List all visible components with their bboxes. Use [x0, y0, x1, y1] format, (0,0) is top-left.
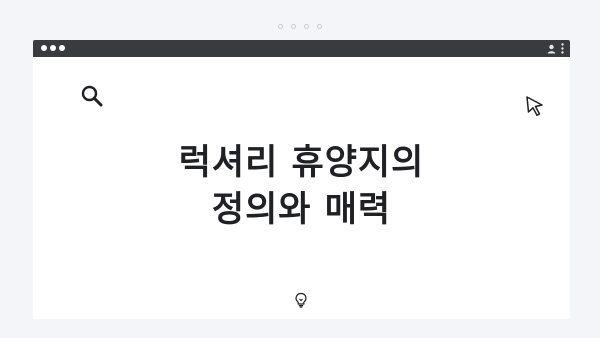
window-titlebar — [33, 40, 570, 57]
window-control-close[interactable] — [41, 45, 47, 51]
window-control-minimize[interactable] — [50, 45, 56, 51]
window-control-maximize[interactable] — [59, 45, 65, 51]
user-icon[interactable] — [547, 44, 556, 54]
browser-window: 럭셔리 휴양지의 정의와 매력 — [33, 40, 570, 319]
titlebar-actions — [547, 43, 564, 54]
top-dot-3 — [304, 24, 309, 29]
page-title-line-2: 정의와 매력 — [211, 190, 392, 230]
lightbulb-icon — [294, 292, 308, 312]
bottom-strip — [33, 319, 570, 338]
page: 럭셔리 휴양지의 정의와 매력 — [0, 0, 600, 338]
vertical-dots-menu-icon[interactable] — [561, 43, 564, 54]
search-icon[interactable] — [80, 84, 104, 112]
window-controls — [41, 45, 65, 51]
page-title: 럭셔리 휴양지의 정의와 매력 — [33, 140, 570, 234]
mouse-pointer-icon — [525, 95, 545, 121]
page-title-line-1: 럭셔리 휴양지의 — [178, 143, 425, 183]
top-pagination-dots — [0, 24, 600, 29]
top-dot-2 — [291, 24, 296, 29]
window-content: 럭셔리 휴양지의 정의와 매력 — [33, 57, 570, 319]
top-dot-4 — [317, 24, 322, 29]
top-dot-1 — [278, 24, 283, 29]
